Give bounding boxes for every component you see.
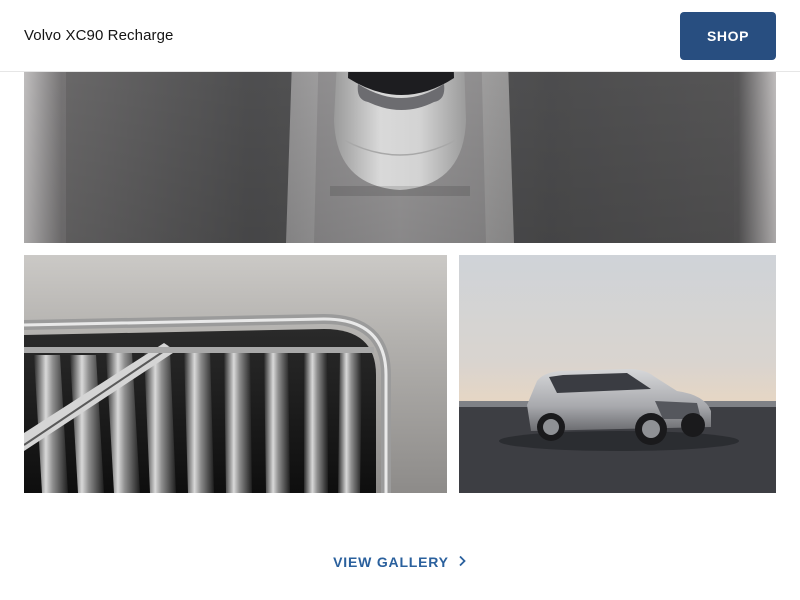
grille-closeup-image <box>24 255 447 493</box>
view-gallery-container: VIEW GALLERY <box>0 554 800 570</box>
view-gallery-label: VIEW GALLERY <box>333 554 449 570</box>
suv-side-view-image <box>459 255 776 493</box>
view-gallery-link[interactable]: VIEW GALLERY <box>333 554 467 570</box>
top-header: Volvo XC90 Recharge SHOP <box>0 0 800 72</box>
chevron-right-icon <box>457 554 467 570</box>
shop-button[interactable]: SHOP <box>680 12 776 60</box>
page-title: Volvo XC90 Recharge <box>24 27 174 44</box>
